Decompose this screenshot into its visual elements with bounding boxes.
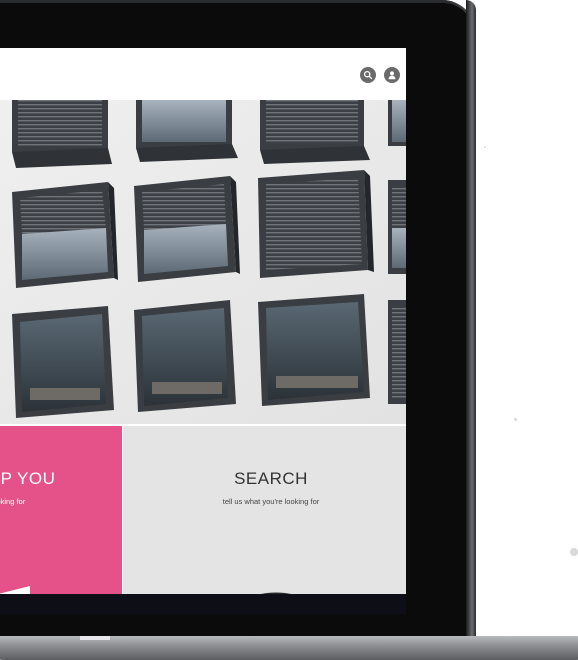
laptop-base-notch bbox=[80, 636, 110, 640]
window-row-1 bbox=[12, 100, 406, 168]
help-tile-subtitle: at you're looking for bbox=[0, 497, 26, 506]
search-graphic-icon bbox=[261, 592, 291, 594]
laptop-lid: HELP YOU at you're looking for SEARCH te… bbox=[0, 0, 476, 640]
background-speck bbox=[484, 146, 486, 148]
help-you-tile[interactable]: HELP YOU at you're looking for bbox=[0, 426, 122, 594]
laptop-screen: HELP YOU at you're looking for SEARCH te… bbox=[0, 48, 406, 614]
laptop-base bbox=[0, 636, 578, 660]
help-tile-title: HELP YOU bbox=[0, 469, 56, 488]
search-icon[interactable] bbox=[360, 67, 376, 83]
feature-tiles: HELP YOU at you're looking for SEARCH te… bbox=[0, 426, 406, 594]
search-tile-subtitle: tell us what you're looking for bbox=[222, 497, 320, 506]
building-facade-illustration bbox=[0, 100, 406, 424]
background-speck bbox=[514, 418, 517, 421]
screen-bottom-strip bbox=[0, 594, 406, 614]
search-tile-title: SEARCH bbox=[234, 469, 308, 488]
stage: HELP YOU at you're looking for SEARCH te… bbox=[0, 0, 578, 660]
search-tile[interactable]: SEARCH tell us what you're looking for bbox=[123, 426, 406, 594]
site-header bbox=[0, 48, 406, 100]
background-speck bbox=[570, 548, 578, 556]
user-icon[interactable] bbox=[384, 67, 400, 83]
help-graphic-icon bbox=[0, 586, 30, 594]
hero-image bbox=[0, 100, 406, 424]
